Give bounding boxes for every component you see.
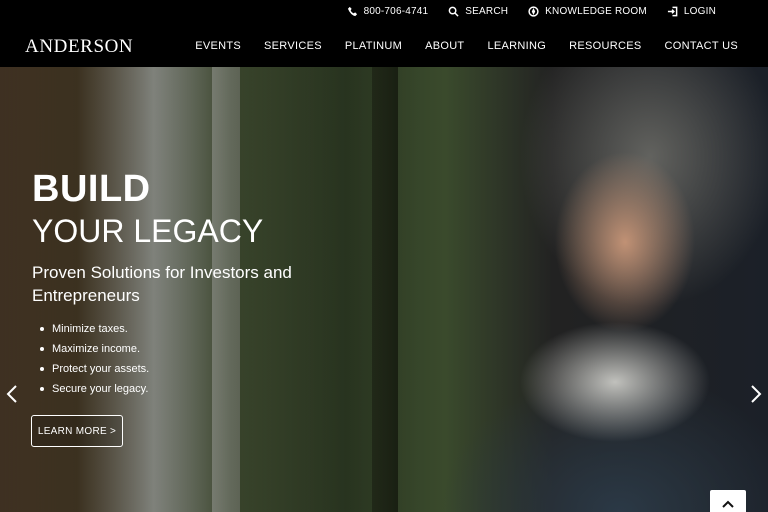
search-label: SEARCH — [465, 6, 509, 17]
main-nav: EVENTS SERVICES PLATINUM ABOUT LEARNING … — [195, 40, 738, 52]
phone-icon — [347, 6, 357, 17]
hero-title-line1: BUILD — [32, 168, 151, 210]
knowledge-room-link[interactable]: KNOWLEDGE ROOM — [528, 6, 647, 17]
site-header: 800-706-4741 SEARCH KNOWLEDGE ROOM LOGIN… — [0, 0, 768, 67]
search-icon — [448, 6, 459, 17]
utility-nav: 800-706-4741 SEARCH KNOWLEDGE ROOM LOGIN — [347, 6, 716, 17]
phone-number: 800-706-4741 — [363, 6, 429, 17]
slider-prev-button[interactable] — [1, 379, 23, 409]
phone-link[interactable]: 800-706-4741 — [347, 6, 429, 17]
list-item: Maximize income. — [32, 339, 362, 359]
hero-title-line2: YOUR LEGACY — [32, 213, 264, 249]
nav-item-platinum[interactable]: PLATINUM — [345, 40, 402, 52]
hero-content: BUILD YOUR LEGACY Proven Solutions for I… — [32, 167, 362, 399]
hero-bullet-list: Minimize taxes. Maximize income. Protect… — [32, 319, 362, 399]
login-link[interactable]: LOGIN — [667, 6, 716, 17]
login-label: LOGIN — [683, 6, 716, 17]
list-item: Minimize taxes. — [32, 319, 362, 339]
list-item: Protect your assets. — [32, 359, 362, 379]
site-logo[interactable]: ANDERSON — [25, 36, 133, 58]
back-to-top-button[interactable] — [710, 490, 746, 512]
chevron-up-icon — [722, 500, 734, 508]
slider-next-button[interactable] — [745, 379, 767, 409]
nav-item-contact-us[interactable]: CONTACT US — [665, 40, 739, 52]
nav-item-about[interactable]: ABOUT — [425, 40, 464, 52]
learn-more-button[interactable]: LEARN MORE > — [31, 415, 123, 447]
compass-icon — [528, 6, 539, 17]
nav-item-resources[interactable]: RESOURCES — [569, 40, 641, 52]
chevron-right-icon — [751, 385, 762, 403]
knowledge-room-label: KNOWLEDGE ROOM — [545, 6, 647, 17]
login-icon — [667, 6, 678, 17]
chevron-left-icon — [6, 385, 17, 403]
list-item: Secure your legacy. — [32, 379, 362, 399]
hero-slider: BUILD YOUR LEGACY Proven Solutions for I… — [0, 67, 768, 512]
nav-item-events[interactable]: EVENTS — [195, 40, 241, 52]
nav-item-learning[interactable]: LEARNING — [487, 40, 546, 52]
search-link[interactable]: SEARCH — [448, 6, 508, 17]
hero-subtitle: Proven Solutions for Investors and Entre… — [32, 263, 292, 305]
nav-item-services[interactable]: SERVICES — [264, 40, 322, 52]
